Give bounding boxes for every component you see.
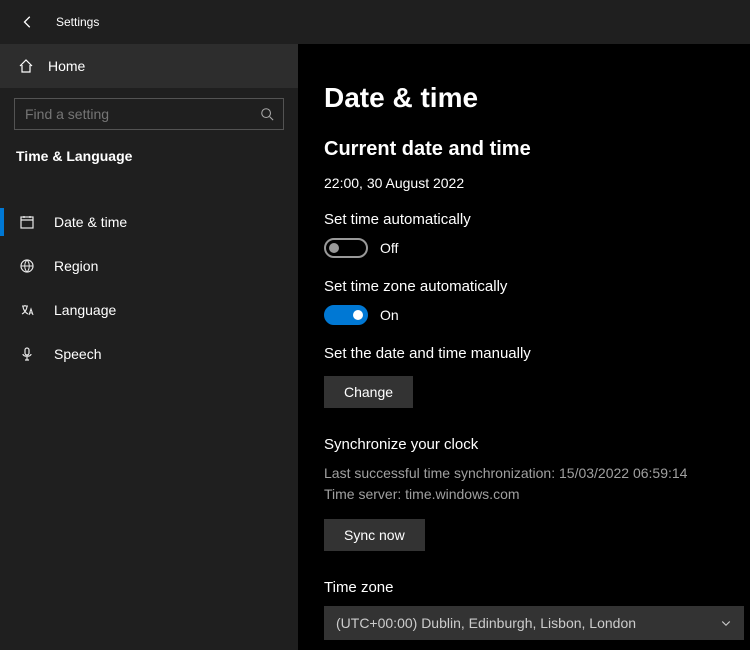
sidebar-item-language[interactable]: Language	[0, 288, 298, 332]
sync-heading: Synchronize your clock	[324, 436, 724, 453]
app-title: Settings	[56, 15, 99, 29]
sidebar-section-label: Time & Language	[0, 138, 298, 180]
sync-server: Time server: time.windows.com	[324, 484, 724, 505]
back-button[interactable]	[20, 14, 36, 30]
sidebar-home-label: Home	[48, 58, 85, 74]
arrow-left-icon	[21, 15, 35, 29]
globe-icon	[18, 258, 36, 274]
titlebar: Settings	[0, 0, 750, 44]
sidebar-home[interactable]: Home	[0, 44, 298, 88]
home-icon	[18, 58, 34, 74]
timezone-value: (UTC+00:00) Dublin, Edinburgh, Lisbon, L…	[336, 615, 636, 631]
sidebar-item-speech[interactable]: Speech	[0, 332, 298, 376]
page-title: Date & time	[324, 82, 724, 114]
auto-time-state: Off	[380, 240, 398, 256]
main-content: Date & time Current date and time 22:00,…	[298, 44, 750, 650]
sidebar-item-label: Speech	[54, 346, 101, 362]
change-button[interactable]: Change	[324, 376, 413, 408]
timezone-select[interactable]: (UTC+00:00) Dublin, Edinburgh, Lisbon, L…	[324, 606, 744, 640]
auto-timezone-state: On	[380, 307, 399, 323]
sidebar-item-label: Language	[54, 302, 116, 318]
language-icon	[18, 302, 36, 318]
auto-time-toggle[interactable]	[324, 238, 368, 258]
search-icon	[260, 107, 274, 121]
timezone-label: Time zone	[324, 579, 724, 596]
sidebar-item-label: Date & time	[54, 214, 127, 230]
current-datetime-heading: Current date and time	[324, 138, 724, 161]
sidebar-item-date-time[interactable]: Date & time	[0, 200, 298, 244]
auto-timezone-toggle[interactable]	[324, 305, 368, 325]
auto-time-label: Set time automatically	[324, 211, 724, 228]
calendar-icon	[18, 214, 36, 230]
auto-timezone-label: Set time zone automatically	[324, 278, 724, 295]
sidebar: Home Time & Language Date & time Region	[0, 44, 298, 650]
current-datetime-value: 22:00, 30 August 2022	[324, 175, 724, 191]
sync-last: Last successful time synchronization: 15…	[324, 463, 724, 484]
microphone-icon	[18, 346, 36, 362]
sidebar-item-label: Region	[54, 258, 98, 274]
sync-now-button[interactable]: Sync now	[324, 519, 425, 551]
search-input[interactable]	[14, 98, 284, 130]
chevron-down-icon	[720, 617, 732, 629]
sidebar-item-region[interactable]: Region	[0, 244, 298, 288]
manual-datetime-label: Set the date and time manually	[324, 345, 724, 362]
